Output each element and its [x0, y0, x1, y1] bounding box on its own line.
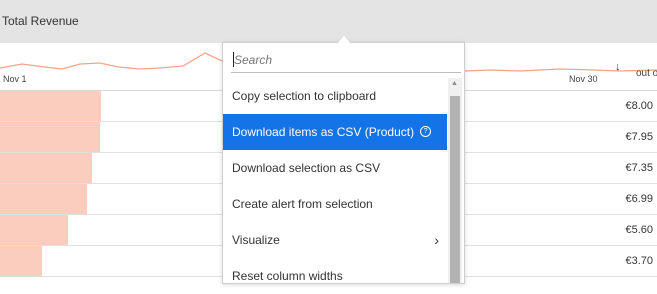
search-input[interactable] [231, 47, 461, 73]
row-value: €3.70 [625, 255, 653, 267]
menu-scrollbar[interactable]: ▲ [448, 78, 462, 283]
menu-item-label: Download items as CSV (Product) [232, 125, 415, 139]
row-value: €8.00 [625, 100, 653, 112]
menu-item-label: Download selection as CSV [232, 161, 381, 175]
chevron-right-icon: › [434, 232, 439, 248]
menu-item-copy-selection[interactable]: Copy selection to clipboard [223, 78, 447, 114]
row-value: €7.35 [625, 162, 653, 174]
menu-item-download-items-csv[interactable]: Download items as CSV (Product)? [223, 114, 447, 150]
help-icon[interactable]: ? [420, 126, 432, 138]
menu-item-download-selection-csv[interactable]: Download selection as CSV [223, 150, 447, 186]
menu-item-reset-column-widths[interactable]: Reset column widths [223, 258, 447, 294]
arrow-down-icon[interactable]: ↓ [615, 61, 621, 73]
value-bar [0, 246, 42, 276]
menu-item-label: Reset column widths [232, 269, 343, 283]
value-bar [0, 184, 87, 214]
menu-caret [338, 36, 350, 43]
menu-item-create-alert[interactable]: Create alert from selection [223, 186, 447, 222]
row-value: €6.99 [625, 193, 653, 205]
scroll-up-icon[interactable]: ▲ [451, 80, 458, 87]
column-header[interactable]: out of [636, 68, 657, 79]
menu-item-visualize[interactable]: Visualize › [223, 222, 447, 258]
text-cursor [233, 52, 234, 67]
menu-item-label: Visualize [232, 233, 280, 247]
row-value: €5.60 [625, 224, 653, 236]
menu-item-label: Copy selection to clipboard [232, 89, 377, 103]
value-bar [0, 153, 92, 183]
sparkline-start-label: Nov 1 [3, 74, 27, 84]
table-header: Total Revenue [0, 0, 657, 43]
menu-list: Copy selection to clipboard Download ite… [223, 78, 447, 294]
value-bar [0, 215, 68, 245]
row-value: €7.95 [625, 131, 653, 143]
metric-title: Total Revenue [2, 14, 79, 28]
context-menu: Copy selection to clipboard Download ite… [222, 42, 465, 284]
value-bar [0, 122, 100, 152]
menu-item-label: Create alert from selection [232, 197, 373, 211]
sparkline-end-label: Nov 30 [569, 74, 598, 84]
scrollbar-thumb[interactable] [450, 96, 460, 283]
value-bar [0, 91, 101, 121]
